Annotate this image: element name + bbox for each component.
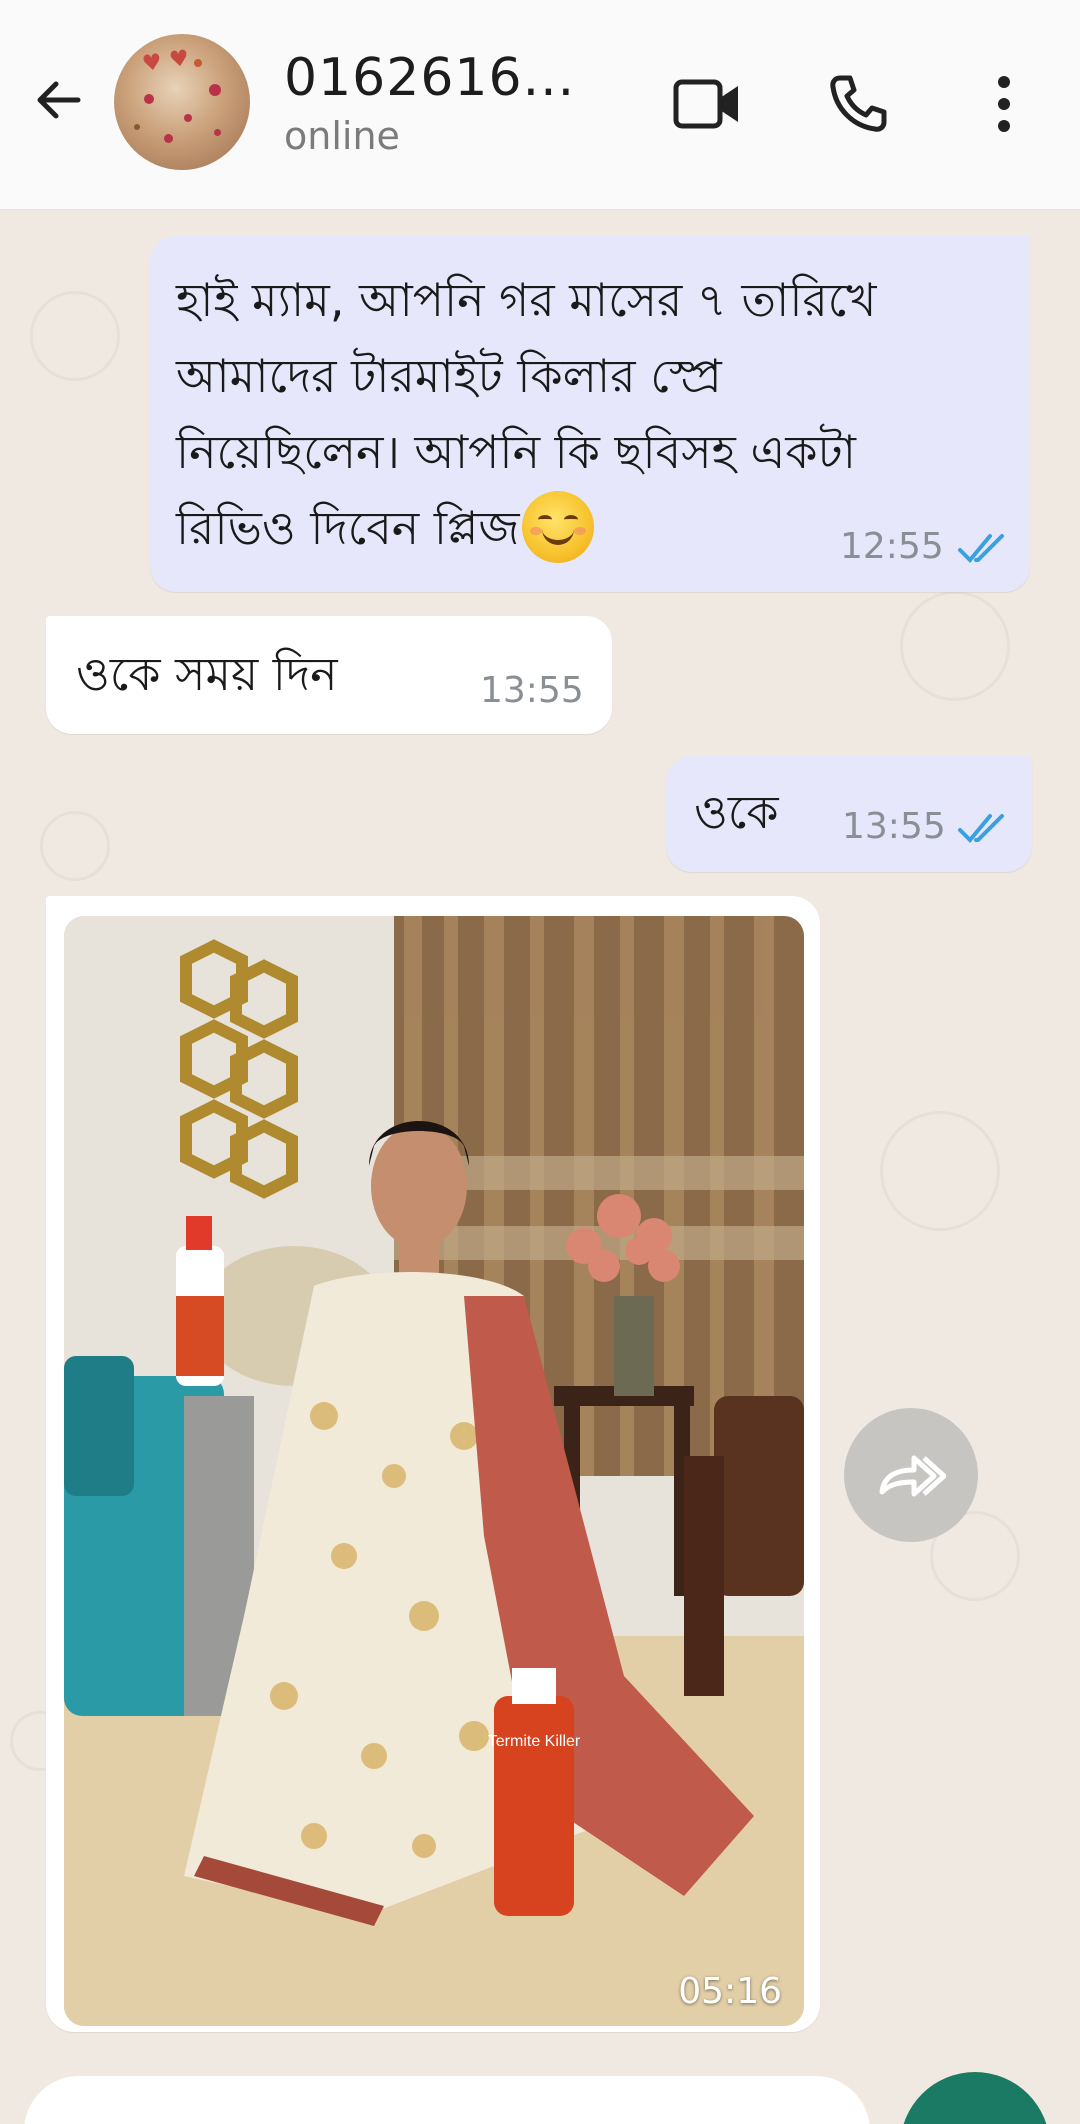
chat-header: ♥ ♥ 0162616... online <box>0 0 1080 210</box>
message-text: ওকে <box>694 785 779 839</box>
contact-avatar[interactable]: ♥ ♥ <box>114 34 250 170</box>
contact-name[interactable]: 0162616... <box>284 48 575 108</box>
video-call-button[interactable] <box>670 66 746 142</box>
avatar-decoration: ♥ ♥ <box>140 44 191 78</box>
video-call-icon <box>673 79 738 129</box>
incoming-message[interactable]: ওকে সময় দিন 13:55 <box>46 616 612 734</box>
voice-call-button[interactable] <box>820 66 896 142</box>
photo-illustration: Termite Killer <box>64 916 804 2026</box>
more-options-button[interactable] <box>966 66 1042 142</box>
product-label: Termite Killer <box>488 1733 581 1750</box>
back-button[interactable] <box>28 70 88 130</box>
back-arrow-icon <box>37 81 81 119</box>
message-text: ওকে সময় দিন <box>76 647 338 701</box>
forward-icon <box>879 1455 946 1497</box>
incoming-image-message[interactable]: Termite Killer 05:16 <box>46 896 820 2032</box>
message-time: 13:55 <box>842 806 946 847</box>
message-input-bar[interactable] <box>24 2076 870 2124</box>
message-line: রিভিও দিবেন প্লিজ <box>176 501 520 555</box>
shared-photo[interactable]: Termite Killer 05:16 <box>64 916 804 2026</box>
message-time: 13:55 <box>480 670 584 711</box>
outgoing-message[interactable]: হাই ম্যাম, আপনি গর মাসের ৭ তারিখে আমাদের… <box>150 236 1030 592</box>
message-time: 12:55 <box>840 526 944 567</box>
message-line: নিয়েছিলেন। আপনি কি ছবিসহ একটা <box>176 425 856 479</box>
voice-call-icon <box>830 75 887 132</box>
read-ticks-icon <box>958 814 1004 843</box>
forward-button[interactable] <box>844 1408 978 1542</box>
message-line: হাই ম্যাম, আপনি গর মাসের ৭ তারিখে <box>176 273 877 327</box>
contact-status: online <box>284 114 400 158</box>
outgoing-message[interactable]: ওকে 13:55 <box>666 756 1032 872</box>
smiling-face-emoji <box>521 490 594 563</box>
more-options-icon <box>998 76 1010 132</box>
image-time: 05:16 <box>678 1971 782 2012</box>
read-ticks-icon <box>958 534 1004 563</box>
message-line: আমাদের টারমাইট কিলার স্প্রে <box>176 349 722 403</box>
